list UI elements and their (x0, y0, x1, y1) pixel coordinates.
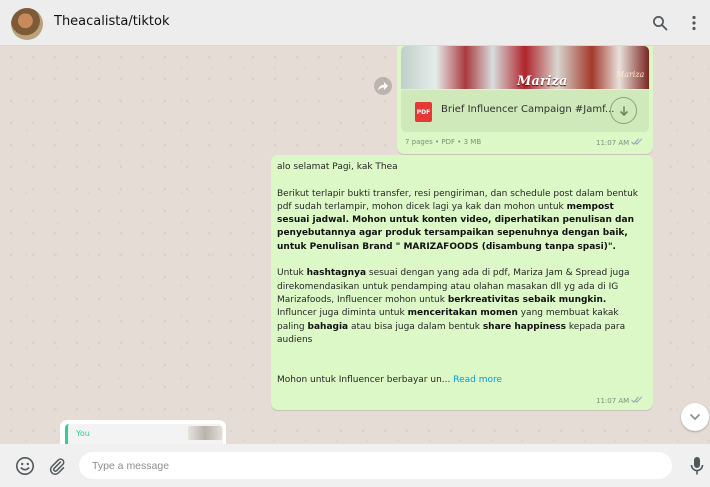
file-card[interactable]: PDF Brief Influencer Campaign #Jamf... (401, 90, 649, 132)
scroll-down-button[interactable] (681, 403, 709, 431)
mic-icon[interactable] (686, 455, 708, 477)
attach-icon[interactable] (46, 455, 68, 477)
chat-header: Theacalista/tiktok (0, 0, 710, 46)
read-more-link[interactable]: Read more (453, 375, 502, 385)
forward-icon[interactable] (374, 77, 392, 95)
file-name: Brief Influencer Campaign #Jamf... (441, 104, 615, 115)
message-preview: Mohon untuk Influencer berbayar un... Re… (277, 374, 503, 385)
message-body: alo selamat Pagi, kak Thea Berikut terla… (277, 161, 645, 387)
read-ticks-icon (631, 396, 643, 403)
message-paragraph-3: Untuk hashtagnya sesuai dengan yang ada … (277, 268, 630, 345)
quote-sender: You (76, 429, 90, 438)
message-time: 11:07 AM (596, 396, 643, 405)
read-ticks-icon (631, 138, 643, 145)
message-time: 11:07 AM (596, 138, 643, 147)
compose-bar (0, 444, 710, 487)
menu-dots-icon[interactable] (683, 12, 705, 34)
file-meta: 7 pages • PDF • 3 MB (405, 138, 482, 146)
text-message[interactable]: alo selamat Pagi, kak Thea Berikut terla… (271, 155, 653, 410)
pdf-icon: PDF (415, 102, 432, 122)
download-button[interactable] (610, 97, 637, 124)
message-greeting: alo selamat Pagi, kak Thea (277, 162, 398, 172)
message-input[interactable] (79, 452, 672, 479)
thumbnail-brand-small: Mariza (616, 70, 645, 79)
chevron-down-icon (689, 413, 701, 421)
download-icon (619, 106, 628, 116)
thumbnail-brand: Mariza (517, 74, 568, 89)
avatar[interactable] (11, 8, 43, 40)
chat-panel[interactable]: Mariza Mariza PDF Brief Influencer Campa… (0, 46, 710, 444)
quoted-message[interactable]: You (65, 424, 223, 444)
emoji-icon[interactable] (14, 455, 36, 477)
search-icon[interactable] (649, 12, 671, 34)
chat-title[interactable]: Theacalista/tiktok (54, 14, 170, 29)
quote-thumbnail (188, 426, 222, 440)
file-message[interactable]: Mariza Mariza PDF Brief Influencer Campa… (397, 46, 653, 154)
document-thumbnail[interactable]: Mariza Mariza (401, 46, 649, 89)
reply-message[interactable]: You (60, 420, 226, 444)
message-paragraph-2: Berikut terlapir bukti transfer, resi pe… (277, 188, 639, 252)
